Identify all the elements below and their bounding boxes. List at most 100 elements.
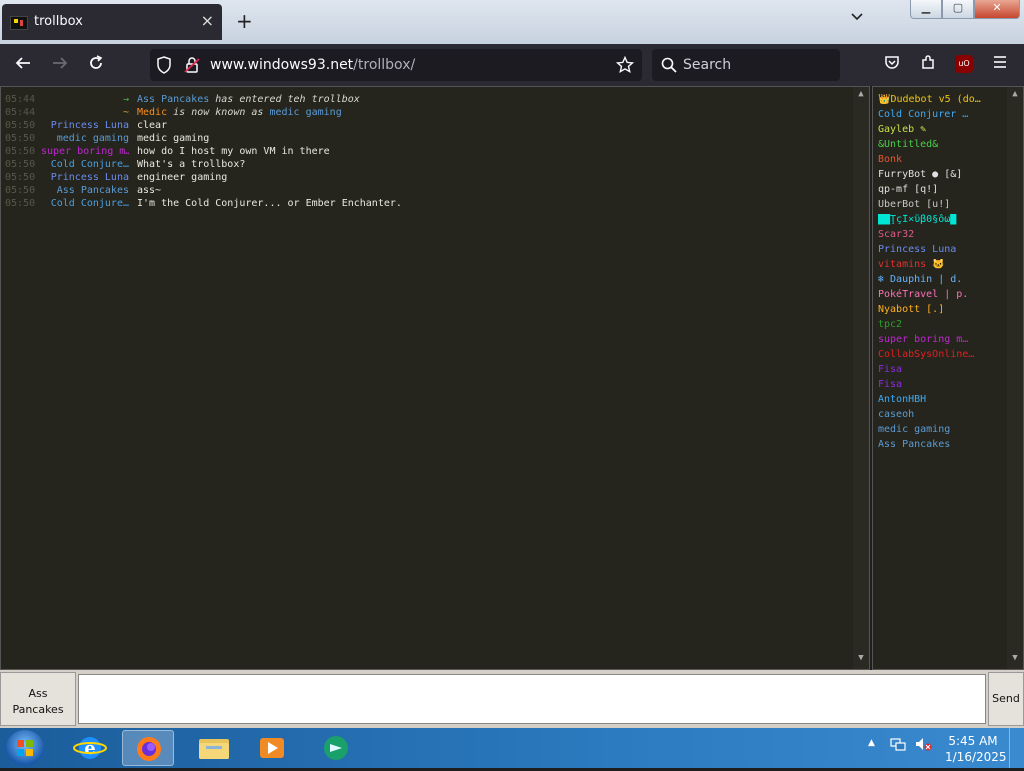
forward-arrow-icon[interactable]: [51, 54, 69, 77]
url-path: /trollbox/: [353, 57, 416, 73]
user-list: ▲ ▼ 👑Dudebot v5 (do… Cold Conjurer … Gayle…: [872, 86, 1024, 670]
message-timestamp: 05:44: [5, 107, 36, 118]
search-placeholder: Search: [683, 57, 732, 73]
send-button[interactable]: Send: [988, 672, 1024, 726]
reload-icon[interactable]: [87, 54, 105, 77]
user-list-item[interactable]: Princess Luna: [878, 244, 996, 257]
message-nick[interactable]: Cold Conjure…: [41, 198, 129, 209]
tab-title: trollbox: [34, 14, 83, 29]
message-nick[interactable]: Cold Conjure…: [41, 159, 129, 170]
user-list-item[interactable]: medic gaming: [878, 424, 996, 437]
firefox-icon[interactable]: [122, 730, 174, 766]
scroll-down-icon[interactable]: ▼: [853, 653, 869, 667]
taskbar: e ▲ 5:45 AM 1/16/2025: [0, 728, 1024, 768]
user-list-item[interactable]: Nyabott [.]: [878, 304, 996, 317]
ublock-origin-icon[interactable]: uO: [955, 55, 973, 73]
message-text: clear: [137, 120, 167, 131]
user-list-scrollbar[interactable]: ▲ ▼: [1007, 87, 1023, 669]
user-list-item[interactable]: UberBot [u!]: [878, 199, 996, 212]
internet-explorer-icon[interactable]: e: [64, 730, 116, 766]
user-list-item[interactable]: tpc2: [878, 319, 996, 332]
chevron-down-icon[interactable]: [850, 10, 864, 26]
user-list-item[interactable]: AntonHBH: [878, 394, 996, 407]
user-list-item[interactable]: Scar32: [878, 229, 996, 242]
message-nick[interactable]: Princess Luna: [41, 172, 129, 183]
new-tab-button[interactable]: +: [236, 9, 253, 33]
user-list-item[interactable]: ██ŢçÎ×ΰβ0§ôω█: [878, 214, 996, 227]
back-arrow-icon[interactable]: [14, 54, 32, 77]
url-text[interactable]: www.windows93.net/trollbox/: [210, 57, 415, 73]
minimize-button[interactable]: ▁: [910, 0, 942, 19]
start-button[interactable]: [6, 730, 44, 766]
message-text: I'm the Cold Conjurer... or Ember Enchan…: [137, 198, 402, 209]
user-list-item[interactable]: caseoh: [878, 409, 996, 422]
network-icon[interactable]: [890, 736, 906, 755]
message-nick[interactable]: super boring m…: [41, 146, 129, 157]
message-nick[interactable]: ~: [41, 107, 129, 118]
close-tab-icon[interactable]: ×: [201, 11, 214, 30]
message-text-part: has entered teh trollbox: [209, 94, 360, 105]
message-text-part: What's a trollbox?: [137, 159, 246, 170]
url-bar[interactable]: www.windows93.net/trollbox/: [150, 49, 642, 81]
message-timestamp: 05:50: [5, 133, 36, 144]
bookmark-star-icon[interactable]: [615, 55, 635, 78]
user-list-item[interactable]: Gayleb ✎: [878, 124, 996, 137]
message-nick[interactable]: Princess Luna: [41, 120, 129, 131]
user-list-item[interactable]: Bonk: [878, 154, 996, 167]
user-list-item[interactable]: PokéTravel | p.: [878, 289, 996, 302]
message-text-part: clear: [137, 120, 168, 131]
message-text-part: medic gaming: [137, 133, 210, 144]
message-text: engineer gaming: [137, 172, 227, 183]
user-list-item[interactable]: CollabSysOnline…: [878, 349, 996, 362]
message-nick[interactable]: medic gaming: [41, 133, 129, 144]
message-nick[interactable]: →: [41, 94, 129, 105]
maximize-button[interactable]: ▢: [942, 0, 974, 19]
message-text-part: engineer gaming: [137, 172, 228, 183]
message-text-part: ass~: [137, 185, 162, 196]
message-input-bar: Ass Pancakes Send: [0, 670, 1024, 728]
chat-log[interactable]: ▲ ▼ 05:44 → Ass Pancakes has entered teh t…: [0, 86, 870, 670]
user-list-item[interactable]: ❄ Dauphin | d.: [878, 274, 996, 287]
tab-trollbox[interactable]: trollbox ×: [2, 4, 222, 40]
extensions-icon[interactable]: [920, 54, 936, 75]
user-list-item[interactable]: &Untitled&: [878, 139, 996, 152]
pocket-icon[interactable]: [884, 54, 900, 75]
show-hidden-icons-icon[interactable]: ▲: [868, 738, 875, 748]
menu-icon[interactable]: [992, 54, 1008, 75]
close-window-button[interactable]: ✕: [974, 0, 1020, 19]
user-list-item[interactable]: Ass Pancakes: [878, 439, 996, 452]
user-list-item[interactable]: 👑Dudebot v5 (do…: [878, 94, 996, 107]
scroll-up-icon[interactable]: ▲: [1007, 89, 1023, 103]
message-text-part: medic gaming: [269, 107, 342, 118]
scroll-down-icon[interactable]: ▼: [1007, 653, 1023, 667]
url-host: www.windows93.net: [210, 57, 354, 73]
message-text: ass~: [137, 185, 161, 196]
lock-insecure-icon[interactable]: [184, 56, 200, 78]
user-list-item[interactable]: Fisa: [878, 379, 996, 392]
navigation-toolbar: www.windows93.net/trollbox/ Search uO: [0, 44, 1024, 86]
user-list-item[interactable]: FurryBot ● [&]: [878, 169, 996, 182]
show-desktop-button[interactable]: [1009, 728, 1024, 768]
nickname-button[interactable]: Ass Pancakes: [0, 672, 76, 726]
messenger-icon[interactable]: [310, 730, 362, 766]
file-explorer-icon[interactable]: [188, 730, 240, 766]
message-input[interactable]: [78, 674, 986, 724]
search-box[interactable]: Search: [652, 49, 840, 81]
media-player-icon[interactable]: [246, 730, 298, 766]
scroll-up-icon[interactable]: ▲: [853, 89, 869, 103]
message-timestamp: 05:50: [5, 198, 36, 209]
user-list-item[interactable]: super boring m…: [878, 334, 996, 347]
user-list-item[interactable]: Fisa: [878, 364, 996, 377]
nickname-line2: Pancakes: [12, 703, 64, 716]
volume-muted-icon[interactable]: [914, 736, 932, 755]
shield-icon[interactable]: [156, 56, 172, 78]
window-controls: ▁ ▢ ✕: [910, 0, 1020, 19]
message-text: medic gaming: [137, 133, 209, 144]
user-list-item[interactable]: Cold Conjurer …: [878, 109, 996, 122]
chat-scrollbar[interactable]: ▲ ▼: [853, 87, 869, 669]
clock-time: 5:45 AM: [948, 734, 998, 748]
user-list-item[interactable]: qp-mf [q!]: [878, 184, 996, 197]
message-nick[interactable]: Ass Pancakes: [41, 185, 129, 196]
clock[interactable]: 5:45 AM 1/16/2025: [945, 733, 1007, 765]
user-list-item[interactable]: vitamins 🐱: [878, 259, 996, 272]
